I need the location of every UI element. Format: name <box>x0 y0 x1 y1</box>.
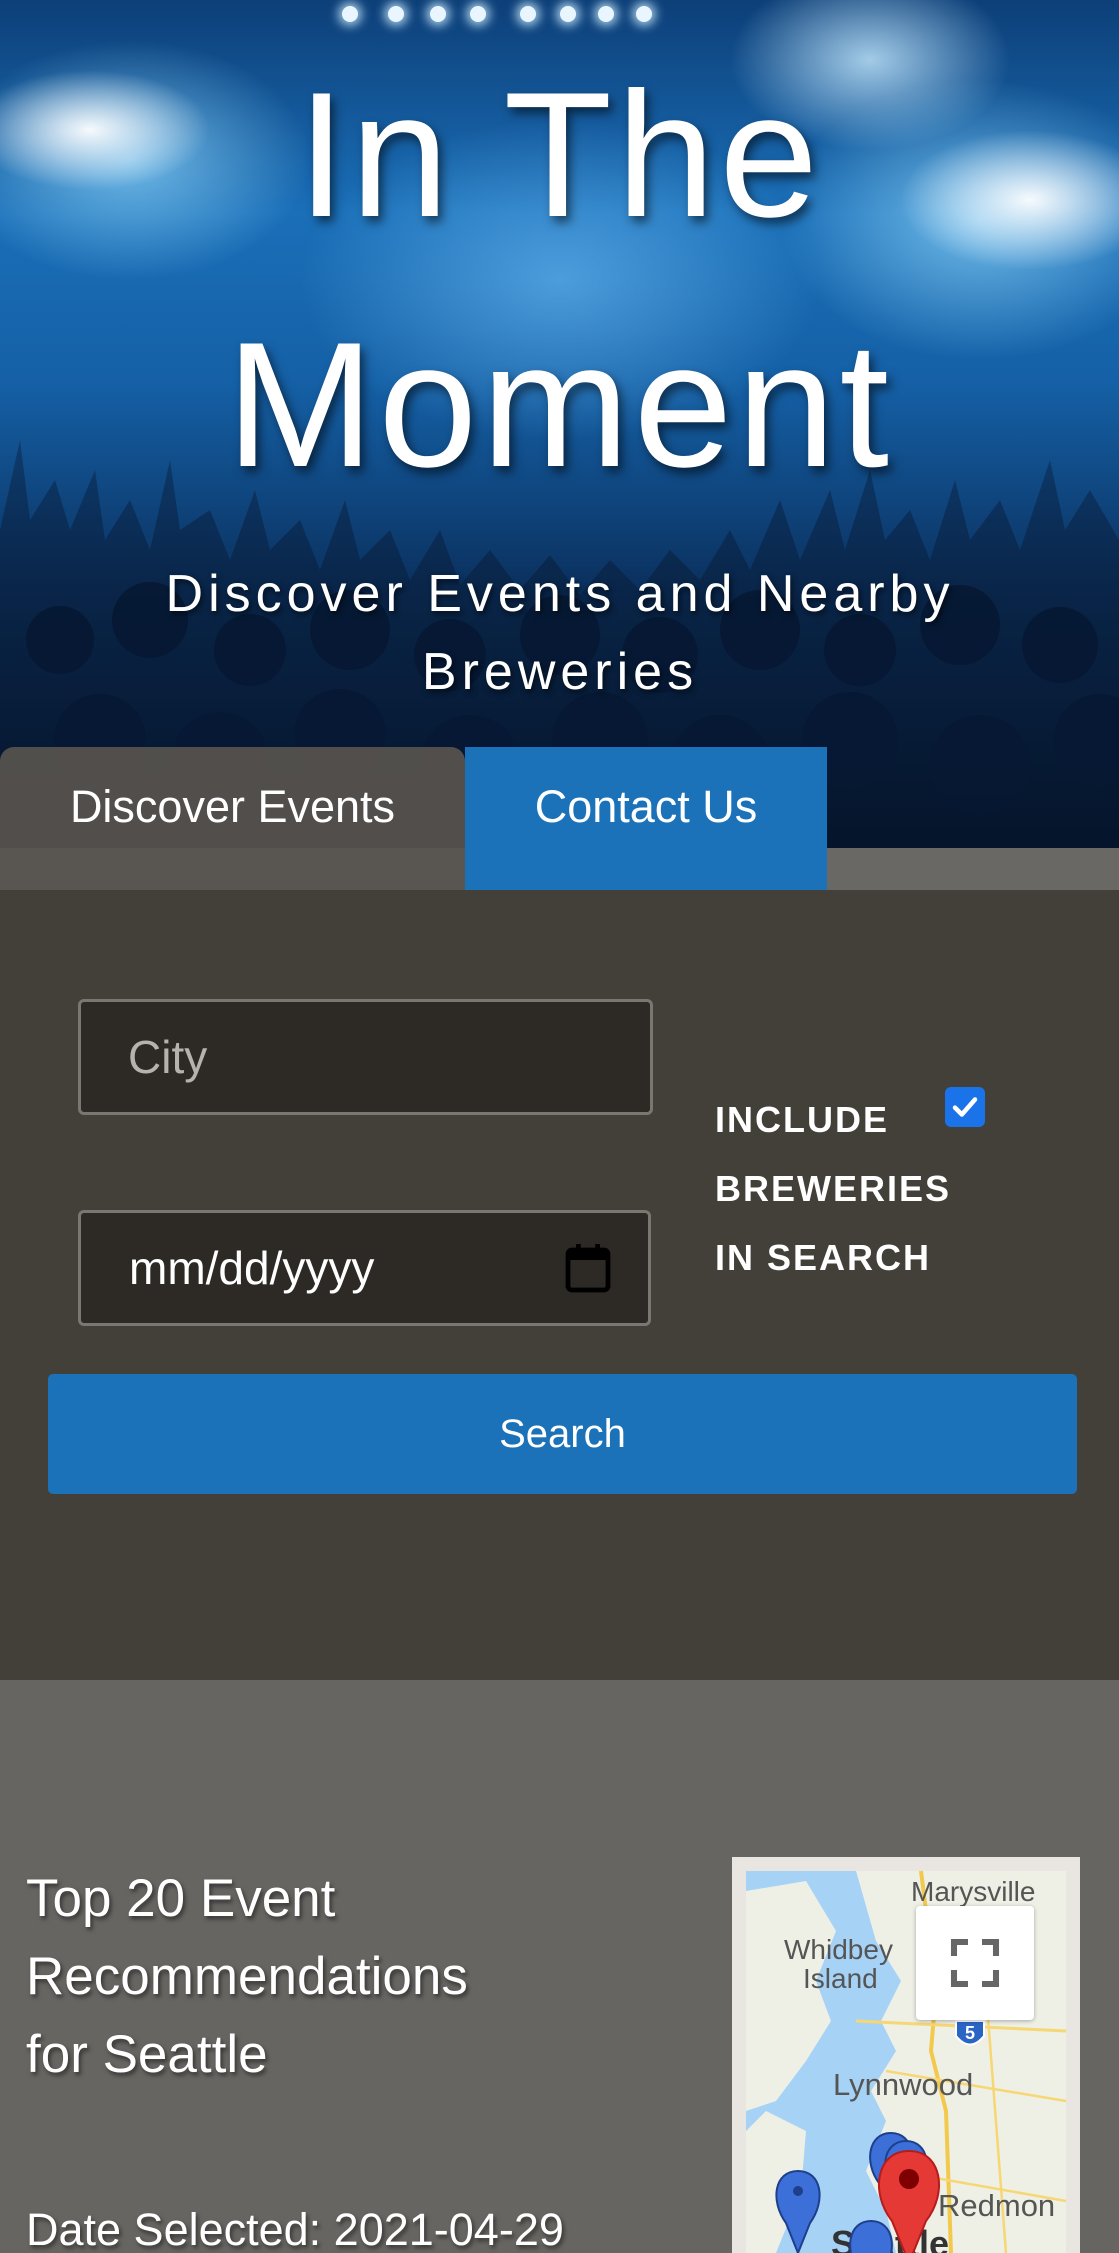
site-title-line2: Moment <box>226 305 893 504</box>
results-heading-line1: Top 20 Event <box>26 1869 336 1928</box>
map-label-lynnwood: Lynnwood <box>833 2067 973 2102</box>
include-breweries-checkbox[interactable] <box>945 1087 985 1127</box>
city-input-placeholder: City <box>128 1031 208 1083</box>
include-label-line2: BREWERIES <box>715 1168 952 1209</box>
highway-shield-icon: 5 <box>955 2020 985 2046</box>
tab-discover-events-label: Discover Events <box>69 780 396 832</box>
stage-lights-decoration <box>330 6 660 30</box>
map-label-island: Island <box>803 1963 878 1994</box>
subtitle-line1: Discover Events and Nearby <box>165 565 955 623</box>
calendar-icon[interactable] <box>564 1242 612 1294</box>
results-heading-line2: Recommendations <box>26 1947 468 2006</box>
date-input-placeholder: mm/dd/yyyy <box>129 1242 375 1294</box>
hero-banner: In The Moment Discover Events and Nearby… <box>0 0 1119 850</box>
map-label-whidbey: Whidbey <box>784 1934 893 1965</box>
checkmark-icon <box>952 1097 978 1117</box>
include-label-line3: IN SEARCH <box>715 1237 932 1278</box>
map-fullscreen-button[interactable] <box>916 1906 1034 2020</box>
date-input[interactable]: mm/dd/yyyy <box>78 1210 651 1326</box>
results-heading: Top 20 Event Recommendations for Seattle <box>26 1860 546 2094</box>
results-heading-line3: for Seattle <box>26 2025 268 2084</box>
search-panel: City mm/dd/yyyy INCLUDE BREWERIES IN SEA… <box>0 890 1119 1680</box>
search-button[interactable]: Search <box>48 1374 1077 1494</box>
map-label-redmond: Redmon <box>938 2188 1055 2223</box>
date-selected-text: Date Selected: 2021-04-29 <box>26 2204 564 2253</box>
site-subtitle: Discover Events and Nearby Breweries <box>90 555 1030 711</box>
site-title-line1: In The <box>296 55 823 254</box>
city-input[interactable]: City <box>78 999 653 1115</box>
highway-number: 5 <box>965 2023 975 2043</box>
subtitle-line2: Breweries <box>421 643 699 701</box>
fullscreen-icon <box>950 1938 1000 1988</box>
tab-contact-us[interactable]: Contact Us <box>465 747 827 890</box>
tab-discover-events[interactable]: Discover Events <box>0 747 465 890</box>
tab-contact-us-label: Contact Us <box>534 780 758 832</box>
map-label-marysville: Marysville <box>911 1876 1035 1907</box>
